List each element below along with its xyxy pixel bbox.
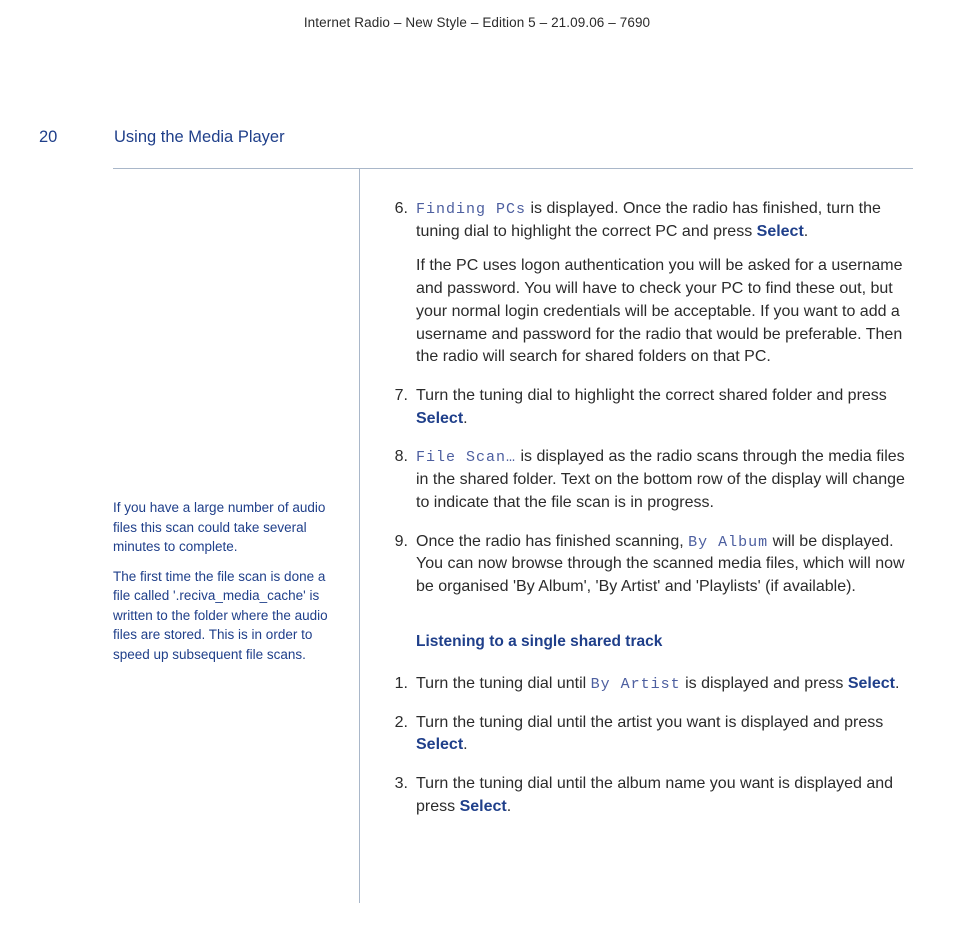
step-text: . — [507, 798, 511, 815]
display-text-by-artist: By Artist — [591, 676, 681, 693]
substep-2: 2. Turn the tuning dial until the artist… — [382, 712, 912, 757]
step-text: . — [895, 675, 899, 692]
step-text: is displayed and press — [681, 675, 848, 692]
step-number: 1. — [382, 673, 408, 696]
horizontal-divider — [113, 168, 913, 169]
step-number: 6. — [382, 198, 408, 221]
step-number: 9. — [382, 531, 408, 554]
step-text: Turn the tuning dial until — [416, 675, 591, 692]
button-label-select: Select — [416, 736, 463, 753]
step-text: Turn the tuning dial to highlight the co… — [416, 387, 887, 404]
sidebar-note-1: If you have a large number of audio file… — [113, 498, 345, 557]
sidebar-note-2: The first time the file scan is done a f… — [113, 567, 345, 665]
step-6: 6. Finding PCs is displayed. Once the ra… — [382, 198, 912, 369]
button-label-select: Select — [460, 798, 507, 815]
step-number: 3. — [382, 773, 408, 796]
button-label-select: Select — [416, 410, 463, 427]
button-label-select: Select — [848, 675, 895, 692]
step-text: . — [804, 223, 808, 240]
substeps-list: 1. Turn the tuning dial until By Artist … — [382, 673, 912, 819]
section-title: Using the Media Player — [114, 128, 285, 147]
substep-1: 1. Turn the tuning dial until By Artist … — [382, 673, 912, 696]
step-number: 7. — [382, 385, 408, 408]
step-text: Once the radio has finished scanning, — [416, 533, 688, 550]
step-number: 8. — [382, 446, 408, 469]
vertical-divider — [359, 168, 360, 903]
display-text-by-album: By Album — [688, 534, 768, 551]
page-number: 20 — [39, 128, 57, 147]
step-text: . — [463, 410, 467, 427]
step-7: 7. Turn the tuning dial to highlight the… — [382, 385, 912, 430]
main-content: 6. Finding PCs is displayed. Once the ra… — [382, 198, 912, 834]
display-text-finding-pcs: Finding PCs — [416, 201, 526, 218]
step-text: If the PC uses logon authentication you … — [416, 255, 912, 369]
display-text-file-scan: File Scan… — [416, 449, 516, 466]
step-8: 8. File Scan… is displayed as the radio … — [382, 446, 912, 514]
document-header: Internet Radio – New Style – Edition 5 –… — [0, 15, 954, 30]
steps-list: 6. Finding PCs is displayed. Once the ra… — [382, 198, 912, 599]
step-9: 9. Once the radio has finished scanning,… — [382, 531, 912, 599]
button-label-select: Select — [757, 223, 804, 240]
substep-3: 3. Turn the tuning dial until the album … — [382, 773, 912, 818]
sidebar-notes: If you have a large number of audio file… — [113, 498, 345, 675]
step-text: . — [463, 736, 467, 753]
subheading-listening-single-track: Listening to a single shared track — [416, 631, 912, 653]
step-number: 2. — [382, 712, 408, 735]
step-text: Turn the tuning dial until the artist yo… — [416, 714, 883, 731]
